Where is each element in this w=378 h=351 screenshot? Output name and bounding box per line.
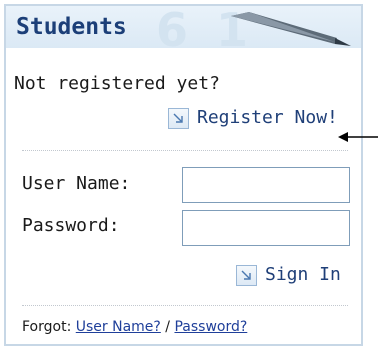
forgot-links: Forgot: User Name? / Password? — [22, 317, 247, 337]
forgot-password-link[interactable]: Password? — [174, 319, 247, 335]
register-now-link[interactable]: Register Now! — [168, 107, 338, 129]
pointer-arrow-icon — [338, 132, 378, 142]
password-label: Password: — [22, 215, 120, 236]
username-input[interactable] — [182, 167, 350, 203]
divider — [22, 150, 348, 151]
sign-in-label[interactable]: Sign In — [265, 264, 341, 286]
pen-icon — [231, 12, 351, 46]
username-label: User Name: — [22, 173, 131, 194]
link-arrow-icon — [236, 264, 257, 286]
link-arrow-icon — [168, 107, 189, 129]
students-login-panel: 6 1 Students Not registered yet? Registe… — [4, 4, 363, 346]
forgot-username-link[interactable]: User Name? — [76, 319, 161, 335]
forgot-prefix: Forgot: — [22, 319, 72, 335]
divider — [22, 305, 348, 306]
page-title: Students — [16, 14, 127, 40]
sign-in-button[interactable]: Sign In — [236, 264, 341, 286]
forgot-separator: / — [165, 319, 171, 335]
panel-header: 6 1 Students — [6, 6, 361, 48]
register-now-label[interactable]: Register Now! — [197, 107, 338, 129]
register-prompt: Not registered yet? — [14, 73, 220, 94]
password-input[interactable] — [182, 210, 350, 246]
